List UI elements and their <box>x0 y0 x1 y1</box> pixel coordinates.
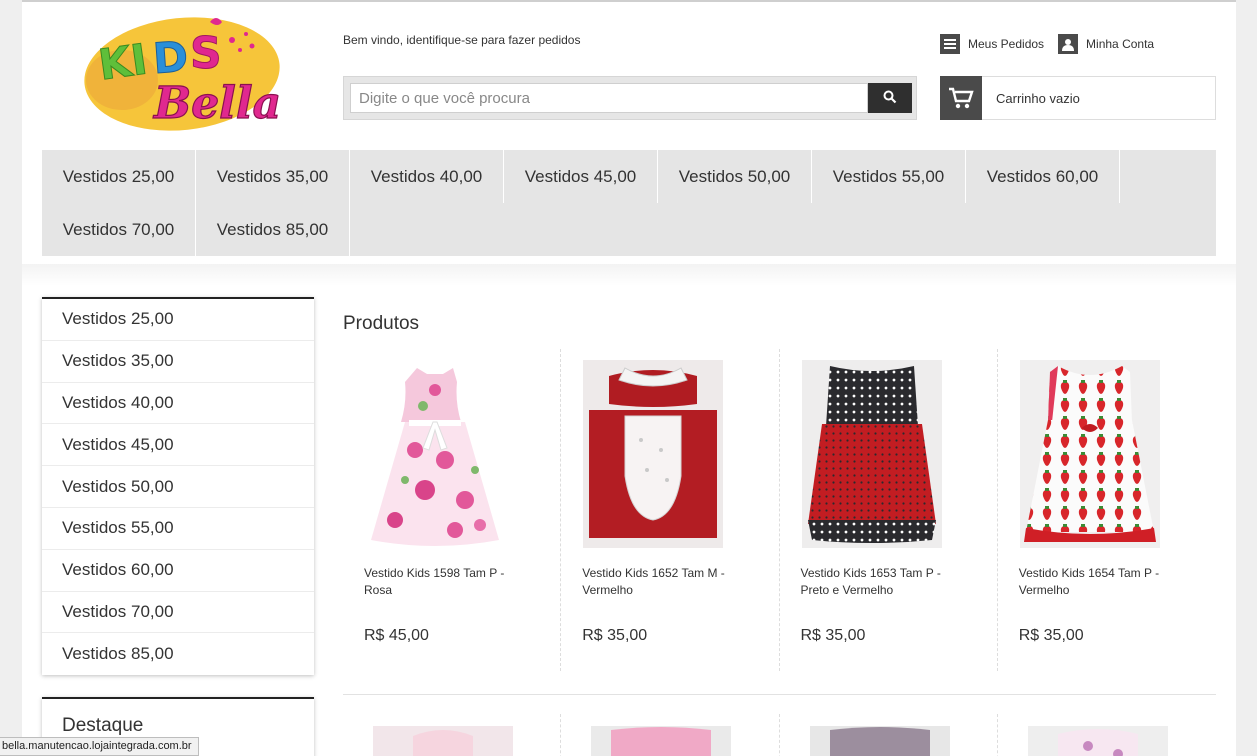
search-input[interactable] <box>350 83 868 113</box>
product-card[interactable]: Vestido Kids 1653 Tam P - Preto e Vermel… <box>780 349 998 671</box>
section-separator <box>22 264 1236 286</box>
sidebar-item[interactable]: Vestidos 70,00 <box>42 592 314 634</box>
category-nav-item[interactable]: Vestidos 70,00 <box>42 203 196 256</box>
product-price: R$ 35,00 <box>800 627 866 644</box>
search-button[interactable] <box>868 83 912 113</box>
sidebar-item[interactable]: Vestidos 35,00 <box>42 341 314 383</box>
category-nav-item[interactable]: Vestidos 50,00 <box>658 150 812 203</box>
product-image[interactable] <box>591 726 732 756</box>
welcome-text: Bem vindo, identifique-se para fazer ped… <box>343 33 581 47</box>
svg-text:D: D <box>151 32 189 83</box>
meus-pedidos-link[interactable]: Meus Pedidos <box>940 34 1044 54</box>
product-image[interactable] <box>1019 360 1160 548</box>
minha-conta-link[interactable]: Minha Conta <box>1058 34 1154 54</box>
product-image[interactable] <box>373 726 513 756</box>
product-card[interactable] <box>998 714 1216 756</box>
product-card[interactable]: Vestido Kids 1654 Tam P - Vermelho R$ 35… <box>998 349 1216 671</box>
category-nav-item[interactable]: Vestidos 35,00 <box>196 150 350 203</box>
category-nav-item[interactable]: Vestidos 60,00 <box>966 150 1120 203</box>
product-card[interactable] <box>780 714 998 756</box>
cart-button[interactable]: Carrinho vazio <box>940 75 1216 120</box>
product-name[interactable]: Vestido Kids 1653 Tam P - Preto e Vermel… <box>801 565 961 599</box>
category-nav-item[interactable]: Vestidos 25,00 <box>42 150 196 203</box>
browser-status-bar: bella.manutencao.lojaintegrada.com.br <box>0 737 199 756</box>
cart-label: Carrinho vazio <box>996 90 1080 106</box>
product-row-divider <box>343 694 1216 695</box>
svg-text:S: S <box>190 28 222 79</box>
category-nav-item[interactable]: Vestidos 85,00 <box>196 203 350 256</box>
product-card[interactable] <box>561 714 780 756</box>
product-grid: Vestido Kids 1598 Tam P - Rosa R$ 45,00 … <box>343 349 1216 671</box>
sidebar-item[interactable]: Vestidos 60,00 <box>42 550 314 592</box>
search-icon <box>883 90 897 107</box>
product-price: R$ 45,00 <box>364 627 429 644</box>
product-card[interactable] <box>343 714 562 756</box>
category-nav-item[interactable]: Vestidos 40,00 <box>350 150 504 203</box>
product-image[interactable] <box>365 360 505 548</box>
category-nav-item[interactable]: Vestidos 45,00 <box>504 150 658 203</box>
sidebar-category-list: Vestidos 25,00 Vestidos 35,00 Vestidos 4… <box>42 297 314 676</box>
product-grid-row-2 <box>343 714 1216 756</box>
product-image[interactable] <box>801 360 942 548</box>
logo-bella-text: Bella <box>152 78 281 129</box>
category-nav-item[interactable]: Vestidos 55,00 <box>812 150 966 203</box>
sidebar-item[interactable]: Vestidos 40,00 <box>42 383 314 425</box>
product-card[interactable]: Vestido Kids 1652 Tam M - Vermelho R$ 35… <box>561 349 780 671</box>
cart-icon <box>940 75 982 120</box>
meus-pedidos-label: Meus Pedidos <box>968 37 1045 51</box>
product-image[interactable] <box>1027 726 1168 756</box>
list-icon <box>940 34 960 54</box>
sidebar-item[interactable]: Vestidos 85,00 <box>42 633 314 675</box>
product-name[interactable]: Vestido Kids 1598 Tam P - Rosa <box>364 565 524 599</box>
minha-conta-label: Minha Conta <box>1086 37 1155 51</box>
sidebar-item[interactable]: Vestidos 55,00 <box>42 508 314 550</box>
sidebar: Vestidos 25,00 Vestidos 35,00 Vestidos 4… <box>42 297 314 756</box>
sidebar-item[interactable]: Vestidos 50,00 <box>42 466 314 508</box>
page-container: KI D S Bella Bem vindo, identifique-se p… <box>22 0 1236 756</box>
category-nav: Vestidos 25,00 Vestidos 35,00 Vestidos 4… <box>42 150 1216 256</box>
store-logo[interactable]: KI D S Bella <box>82 10 282 132</box>
products-heading: Produtos <box>343 313 420 334</box>
product-price: R$ 35,00 <box>1018 627 1084 644</box>
search-bar <box>343 76 917 120</box>
product-image[interactable] <box>583 360 724 548</box>
sidebar-item[interactable]: Vestidos 45,00 <box>42 424 314 467</box>
product-name[interactable]: Vestido Kids 1654 Tam P - Vermelho <box>1019 565 1179 599</box>
account-links: Meus Pedidos Minha Conta <box>940 34 1154 54</box>
sidebar-item[interactable]: Vestidos 25,00 <box>42 299 314 341</box>
user-icon <box>1058 34 1079 54</box>
product-price: R$ 35,00 <box>582 627 648 644</box>
product-image[interactable] <box>809 726 950 756</box>
product-name[interactable]: Vestido Kids 1652 Tam M - Vermelho <box>582 565 742 599</box>
svg-text:KI: KI <box>96 34 151 89</box>
product-card[interactable]: Vestido Kids 1598 Tam P - Rosa R$ 45,00 <box>343 349 562 671</box>
